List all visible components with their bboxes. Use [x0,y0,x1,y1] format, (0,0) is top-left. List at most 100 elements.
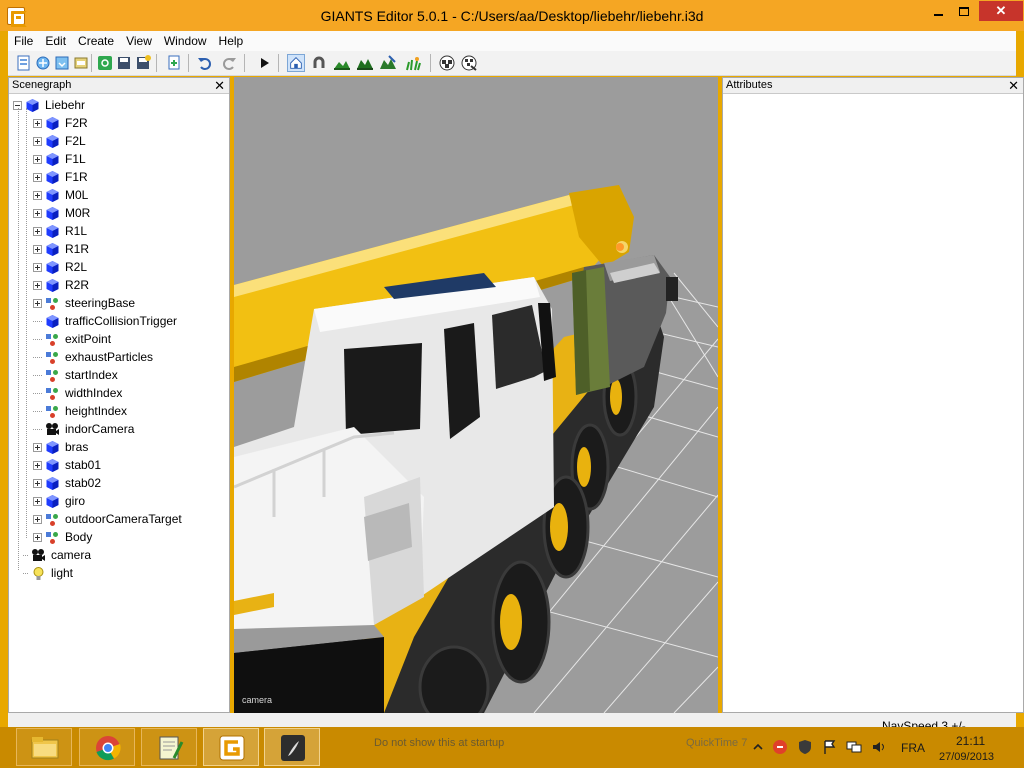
tray-volume-icon[interactable] [871,739,887,755]
expand-toggle[interactable] [33,532,42,542]
redo-icon[interactable] [220,54,238,72]
tree-node-R2L[interactable]: R2L [33,258,87,276]
expand-toggle[interactable] [33,190,42,200]
transform-cube-icon [46,260,59,274]
tree-node-indorCamera[interactable]: indorCamera [33,420,134,438]
menu-create[interactable]: Create [78,34,114,48]
clock-date[interactable]: 27/09/2013 [939,751,994,763]
taskbar-giants-editor[interactable] [203,728,259,766]
tree-node-widthIndex[interactable]: widthIndex [33,384,122,402]
taskbar-app-5[interactable] [264,728,320,766]
magnet-icon[interactable] [310,54,328,72]
tree-node-light[interactable]: light [23,564,73,582]
expand-toggle[interactable] [33,280,42,290]
expand-toggle[interactable] [33,514,42,524]
expand-toggle[interactable] [33,442,42,452]
tray-app-icon[interactable] [772,739,788,755]
minimize-button[interactable] [925,1,951,21]
tree-node-camera[interactable]: camera [23,546,91,564]
transform-cube-icon [46,116,59,130]
tree-node-trafficCollisionTrigger[interactable]: trafficCollisionTrigger [33,312,177,330]
import-icon[interactable] [53,54,71,72]
expand-toggle[interactable] [33,496,42,506]
tree-node-giro[interactable]: giro [33,492,85,510]
clock-time[interactable]: 21:11 [956,734,985,748]
taskbar-file-explorer[interactable] [16,728,72,766]
expand-toggle[interactable] [33,478,42,488]
tree-branch [23,572,28,574]
expand-toggle[interactable] [33,460,42,470]
tree-node-F1L[interactable]: F1L [33,150,86,168]
undo-icon[interactable] [196,54,214,72]
tree-branch [33,374,42,376]
tree-node-R1R[interactable]: R1R [33,240,89,258]
tree-branch [23,554,28,556]
expand-toggle[interactable] [33,298,42,308]
tree-node-steeringBase[interactable]: steeringBase [33,294,135,312]
title-bar[interactable]: GIANTS Editor 5.0.1 - C:/Users/aa/Deskto… [0,0,1024,31]
open-file-icon[interactable] [34,54,52,72]
grass-paint-icon[interactable] [404,54,422,72]
taskbar-chrome[interactable] [79,728,135,766]
tree-branch [33,338,42,340]
tree-node-outdoorCameraTarget[interactable]: outdoorCameraTarget [33,510,182,528]
menu-view[interactable]: View [126,34,152,48]
expand-toggle[interactable] [33,136,42,146]
tree-node-root[interactable]: Liebehr [13,96,85,114]
language-indicator[interactable]: FRA [901,741,925,755]
taskbar-notepad-plus-plus[interactable] [141,728,197,766]
tree-node-exhaustParticles[interactable]: exhaustParticles [33,348,153,366]
tree-node-F2L[interactable]: F2L [33,132,86,150]
select-mode-icon[interactable] [287,54,305,72]
tray-network-icon[interactable] [846,739,862,755]
terrain-paint-icon[interactable] [356,54,374,72]
tree-node-label: widthIndex [65,386,123,400]
save-as-icon[interactable] [134,54,152,72]
expand-toggle[interactable] [33,118,42,128]
scenegraph-close-icon[interactable]: ✕ [214,78,225,93]
tree-node-label: R1L [65,224,88,238]
terrain-sculpt-icon[interactable] [333,54,351,72]
menu-help[interactable]: Help [219,34,244,48]
tree-node-M0R[interactable]: M0R [33,204,90,222]
add-node-icon[interactable] [165,54,183,72]
foliage-paint-icon[interactable] [379,54,397,72]
tree-node-Body[interactable]: Body [33,528,92,546]
tray-shield-icon[interactable] [797,739,813,755]
3d-viewport[interactable]: camera [234,77,718,713]
prefab-icon[interactable] [72,54,90,72]
tree-node-exitPoint[interactable]: exitPoint [33,330,111,348]
tree-node-heightIndex[interactable]: heightIndex [33,402,127,420]
menu-file[interactable]: File [14,34,33,48]
expand-toggle[interactable] [33,208,42,218]
checker-a-icon[interactable] [438,54,456,72]
attributes-close-icon[interactable]: ✕ [1008,78,1019,93]
refresh-icon[interactable] [96,54,114,72]
expand-toggle[interactable] [33,244,42,254]
close-button[interactable]: ✕ [979,1,1023,21]
tree-node-F1R[interactable]: F1R [33,168,88,186]
new-file-icon[interactable] [15,54,33,72]
tree-node-label: F1L [65,152,86,166]
expand-toggle[interactable] [33,172,42,182]
tree-node-R1L[interactable]: R1L [33,222,87,240]
tray-arrow-icon[interactable] [750,739,766,755]
menu-window[interactable]: Window [164,34,207,48]
tree-node-M0L[interactable]: M0L [33,186,88,204]
tree-node-F2R[interactable]: F2R [33,114,88,132]
tray-flag-icon[interactable] [822,739,838,755]
expand-toggle[interactable] [33,226,42,236]
checker-b-icon[interactable] [460,54,478,72]
tree-node-stab01[interactable]: stab01 [33,456,101,474]
expand-toggle[interactable] [33,154,42,164]
crane-scene [234,185,718,713]
maximize-button[interactable] [951,1,977,21]
tree-node-R2R[interactable]: R2R [33,276,89,294]
tree-node-startIndex[interactable]: startIndex [33,366,118,384]
save-icon[interactable] [115,54,133,72]
expand-toggle[interactable] [33,262,42,272]
tree-node-bras[interactable]: bras [33,438,88,456]
play-icon[interactable] [255,54,273,72]
menu-edit[interactable]: Edit [45,34,66,48]
tree-node-stab02[interactable]: stab02 [33,474,101,492]
